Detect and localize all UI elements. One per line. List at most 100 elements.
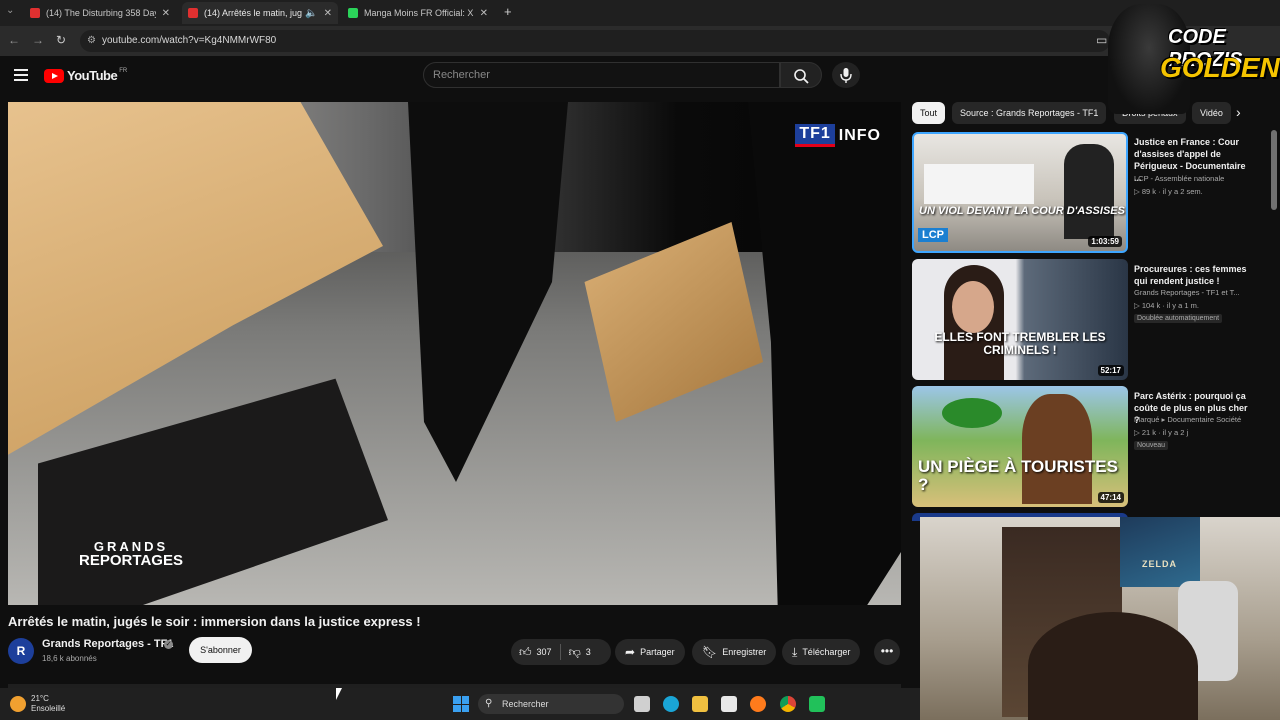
forward-icon[interactable]: → <box>32 33 44 47</box>
recommendation-item[interactable]: UN VIOL DEVANT LA COUR D'ASSISES LCP 1:0… <box>912 132 1252 253</box>
recommendation-stats: ▷ 89 k · il y a 2 sem. <box>1134 187 1203 196</box>
chip-all[interactable]: Tout <box>912 102 946 124</box>
edge-icon[interactable] <box>663 696 679 712</box>
close-tab-icon[interactable]: ✕ <box>162 8 170 19</box>
weather-widget[interactable]: 21°C Ensoleillé <box>10 694 65 715</box>
thumbnail-caption: UN VIOL DEVANT LA COUR D'ASSISES <box>919 205 1125 217</box>
recommendation-item[interactable]: UN PIÈGE À TOURISTES ? 47:14 Parc Astéri… <box>912 386 1252 507</box>
chrome-icon[interactable] <box>780 696 796 712</box>
dubbed-badge: Doublée automatiquement <box>1134 314 1223 323</box>
video-thumbnail[interactable]: UN VIOL DEVANT LA COUR D'ASSISES LCP 1:0… <box>912 132 1128 253</box>
more-actions-button[interactable]: ••• <box>874 639 900 665</box>
browser-tab-1[interactable]: (14) The Disturbing 358 Days D ✕ <box>24 2 176 24</box>
taskbar-search[interactable]: ⚲ Rechercher <box>478 694 624 714</box>
tab-title: (14) Arrêtés le matin, jugés <box>204 8 303 18</box>
like-count: 307 <box>536 647 552 657</box>
browser-tab-3[interactable]: Manga Moins FR Official: X, Tw ✕ <box>342 2 494 24</box>
video-thumbnail[interactable]: UN PIÈGE À TOURISTES ? 47:14 <box>912 386 1128 507</box>
video-thumbnail[interactable]: ELLES FONT TREMBLER LES CRIMINELS ! 52:1… <box>912 259 1128 380</box>
store-icon[interactable] <box>721 696 737 712</box>
back-icon[interactable]: ← <box>8 33 20 47</box>
thumbnail-caption: ELLES FONT TREMBLER LES CRIMINELS ! <box>934 330 1106 357</box>
cast-icon[interactable]: ▭ <box>1096 33 1107 47</box>
new-badge: Nouveau <box>1134 441 1169 450</box>
search-input[interactable]: Rechercher <box>423 62 780 88</box>
like-dislike-group: 👍︎ 307 👎︎ 3 <box>511 639 611 665</box>
browser-address-bar: ← → ↻ ⚙ youtube.com/watch?v=Kg4NMMrWF80 … <box>0 26 1280 56</box>
mouse-cursor-icon <box>336 688 342 700</box>
search-icon: ⚲ <box>485 698 493 709</box>
url-field[interactable]: ⚙ youtube.com/watch?v=Kg4NMMrWF80 <box>80 30 1110 52</box>
browser-tab-2[interactable]: (14) Arrêtés le matin, jugés 🔈 ✕ <box>182 2 338 24</box>
voice-search-button[interactable] <box>832 62 860 88</box>
windows-taskbar: 21°C Ensoleillé ⚲ Rechercher <box>0 688 920 720</box>
close-tab-icon[interactable]: ✕ <box>480 8 488 19</box>
tf1-info-logo: TF1 INFO <box>795 124 881 147</box>
tab-title: Manga Moins FR Official: X, Tw <box>364 8 474 18</box>
site-info-icon[interactable]: ⚙ <box>87 30 96 52</box>
browser-tab-strip: ⌄ (14) The Disturbing 358 Days D ✕ (14) … <box>0 0 1280 26</box>
dislike-button[interactable]: 👎︎ 3 <box>561 639 599 665</box>
recommendation-channel[interactable]: Grands Reportages - TF1 et T... <box>1134 288 1240 297</box>
youtube-play-icon <box>44 68 64 83</box>
video-player[interactable]: TF1 INFO GRANDS REPORTAGES <box>8 102 901 605</box>
audio-icon[interactable]: 🔈 <box>305 8 317 19</box>
channel-name[interactable]: Grands Reportages - TF1 <box>42 638 173 650</box>
firefox-icon[interactable] <box>750 696 766 712</box>
menu-icon[interactable] <box>14 69 28 81</box>
download-icon: ⤓ <box>792 644 798 659</box>
youtube-header: YouTube FR Rechercher <box>0 56 910 96</box>
streamer-webcam: ZELDA <box>920 517 1280 720</box>
recommendation-item[interactable]: ELLES FONT TREMBLER LES CRIMINELS ! 52:1… <box>912 259 1252 380</box>
youtube-favicon-icon <box>188 8 198 18</box>
sun-icon <box>10 696 26 713</box>
thumbs-up-icon: 👍︎ <box>519 644 532 659</box>
recommendation-stats: ▷ 21 k · il y a 2 j <box>1134 428 1189 437</box>
subscriber-count: 18,6 k abonnés <box>42 654 97 663</box>
search-placeholder: Rechercher <box>433 69 490 81</box>
grands-reportages-logo: GRANDS REPORTAGES <box>79 539 183 569</box>
like-button[interactable]: 👍︎ 307 <box>511 639 560 665</box>
logo-text: YouTube <box>67 68 118 83</box>
recommendation-channel[interactable]: Marqué ▸ Documentaire Société <box>1134 415 1241 424</box>
thumbs-down-icon: 👎︎ <box>568 644 581 659</box>
search-button[interactable] <box>780 62 822 88</box>
temperature: 21°C <box>31 694 49 703</box>
url-text: youtube.com/watch?v=Kg4NMMrWF80 <box>102 35 277 46</box>
youtube-favicon-icon <box>30 8 40 18</box>
recommendation-channel[interactable]: LCP - Assemblée nationale <box>1134 174 1224 183</box>
video-duration: 47:14 <box>1097 492 1124 503</box>
site-favicon-icon <box>348 8 358 18</box>
recommendation-title[interactable]: Procureures : ces femmes qui rendent jus… <box>1134 263 1252 287</box>
close-tab-icon[interactable]: ✕ <box>324 8 332 19</box>
weather-condition: Ensoleillé <box>31 704 66 714</box>
app-icon[interactable] <box>809 696 825 712</box>
new-tab-icon[interactable]: + <box>504 4 512 19</box>
video-duration: 52:17 <box>1097 365 1124 376</box>
streamer-code-logo: CODE PROZIS GOLDENG <box>1108 4 1280 114</box>
video-title: Arrêtés le matin, jugés le soir : immers… <box>8 614 421 629</box>
channel-avatar[interactable]: R <box>8 638 34 664</box>
reload-icon[interactable]: ↻ <box>56 33 66 47</box>
share-icon: ➦ <box>625 645 636 659</box>
subscribe-button[interactable]: S'abonner <box>189 637 252 663</box>
windows-start-icon[interactable] <box>453 696 469 712</box>
video-duration: 1:03:59 <box>1088 236 1122 247</box>
download-button[interactable]: ⤓ Télécharger <box>782 639 861 665</box>
task-view-icon[interactable] <box>634 696 650 712</box>
youtube-logo[interactable]: YouTube FR <box>44 68 127 83</box>
poster <box>1120 517 1200 587</box>
chip-source[interactable]: Source : Grands Reportages - TF1 <box>952 102 1107 124</box>
bookmark-icon: 🔖︎ <box>702 645 718 659</box>
save-button[interactable]: 🔖︎ Enregistrer <box>692 639 777 665</box>
more-icon: ••• <box>880 644 894 658</box>
share-button[interactable]: ➦ Partager <box>615 639 685 665</box>
recommendation-stats: ▷ 104 k · il y a 1 m. <box>1134 301 1199 310</box>
tab-list-icon[interactable]: ⌄ <box>6 5 14 16</box>
search-icon <box>794 69 809 84</box>
scrollbar[interactable] <box>1271 130 1277 210</box>
microphone-icon <box>840 68 852 83</box>
file-explorer-icon[interactable] <box>692 696 708 712</box>
tab-title: (14) The Disturbing 358 Days D <box>46 8 156 18</box>
thumbnail-caption: UN PIÈGE À TOURISTES ? <box>918 457 1118 494</box>
